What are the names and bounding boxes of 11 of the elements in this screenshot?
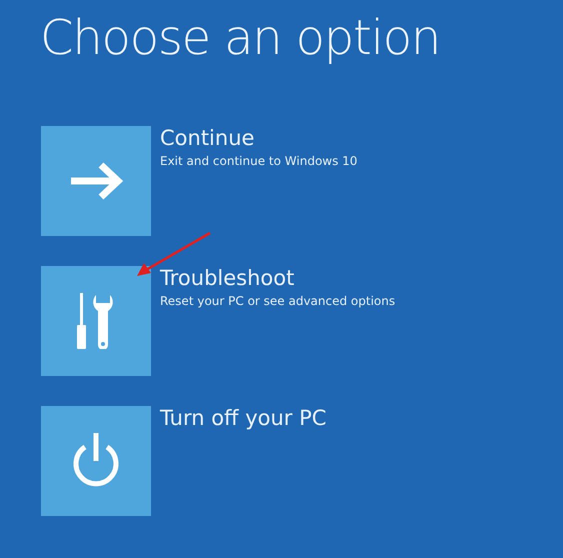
page-title: Choose an option [40,14,440,62]
right-arrow-icon [69,162,123,200]
option-tile[interactable] [41,266,151,376]
option-description: Exit and continue to Windows 10 [160,153,358,169]
option-title: Turn off your PC [160,406,326,430]
option-description: Reset your PC or see advanced options [160,293,396,309]
option-title: Continue [160,126,256,150]
option-tile[interactable] [41,406,151,516]
option-title: Troubleshoot [160,266,296,290]
option-tile[interactable] [41,126,151,236]
screwdriver-wrench-icon [76,293,116,349]
